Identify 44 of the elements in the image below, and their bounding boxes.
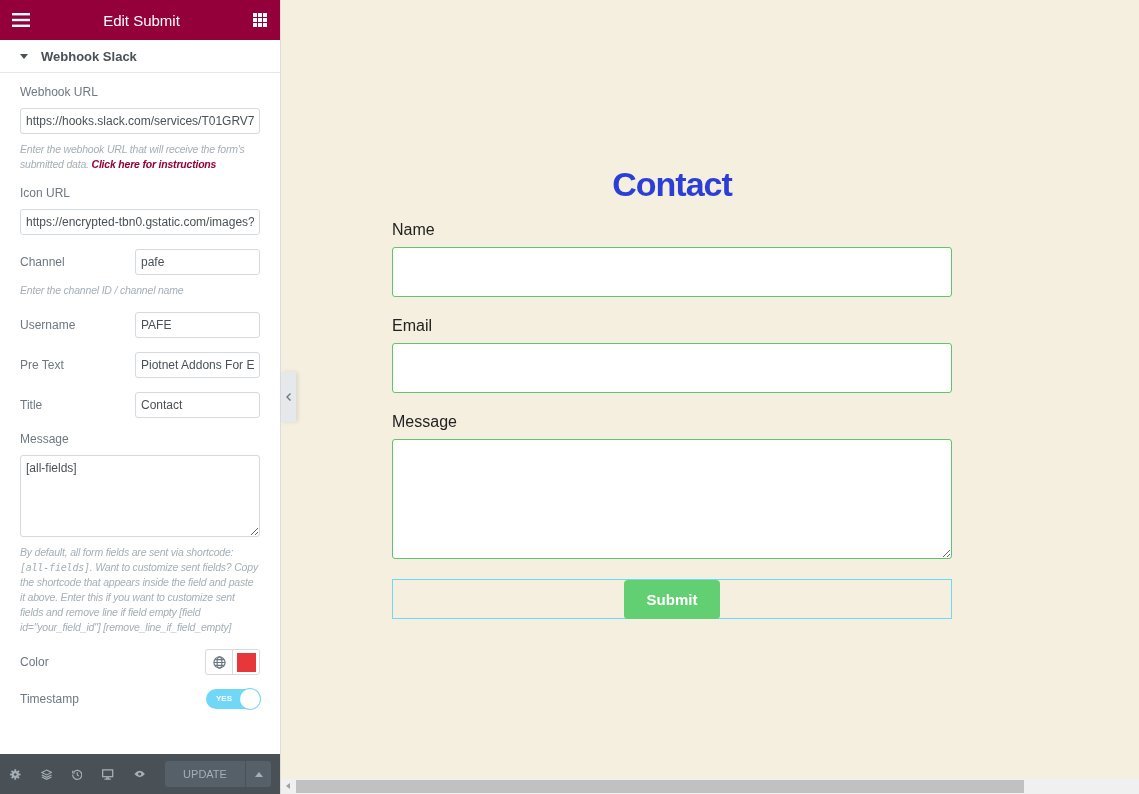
- history-icon[interactable]: [71, 767, 83, 781]
- field-label: Icon URL: [20, 186, 72, 200]
- help-text: Enter the webhook URL that will receive the form's submitted data. Click here for instructions: [20, 142, 246, 172]
- form-title: Contact: [611, 165, 734, 203]
- input-field[interactable]: https://encrypted-tbn0.gstatic.com/images?: [20, 209, 260, 235]
- field-label: Color: [20, 655, 49, 669]
- help-text: By default, all form fields are sent via shortcode: [all-fields]. Want to customize sent fields? Copy the shortcode that appears inside the field and paste it above. Enter this if you want to customize sent fields and remove line if field empty [field id="your_field_id"] [remove_line_if_field_empty]: [20, 545, 260, 635]
- field-label: Webhook URL: [20, 85, 99, 99]
- caret-up-icon: [254, 771, 263, 777]
- horizontal-scrollbar[interactable]: [281, 778, 1139, 794]
- update-options-button[interactable]: [246, 761, 271, 787]
- field-label: Username: [20, 318, 76, 332]
- chevron-left-icon: [286, 393, 291, 401]
- apps-grid-icon[interactable]: [253, 13, 267, 27]
- input-field[interactable]: pafe: [135, 249, 260, 275]
- input-field[interactable]: Contact: [135, 392, 260, 418]
- textarea-field[interactable]: [392, 439, 952, 559]
- form-field-label: Email: [392, 317, 433, 335]
- textarea-field[interactable]: [all-fields]: [20, 455, 260, 537]
- globe-icon: [212, 655, 226, 669]
- form-field-label: Name: [392, 221, 436, 239]
- section-title: Webhook Slack: [41, 48, 137, 64]
- layers-icon[interactable]: [40, 767, 52, 781]
- form-field-label: Message: [392, 413, 458, 431]
- help-text: Enter the channel ID / channel name: [20, 283, 185, 298]
- field-label: Pre Text: [20, 358, 64, 372]
- input-field[interactable]: Piotnet Addons For E: [135, 352, 260, 378]
- field-label: Channel: [20, 255, 65, 269]
- field-label: Timestamp: [20, 692, 79, 706]
- scroll-left-arrow-icon[interactable]: [286, 783, 290, 789]
- settings-icon[interactable]: [10, 767, 21, 781]
- instructions-link[interactable]: Click here for instructions: [91, 158, 217, 170]
- section-header[interactable]: Webhook Slack: [0, 40, 280, 73]
- eye-icon[interactable]: [133, 769, 145, 779]
- menu-icon[interactable]: [12, 13, 30, 27]
- input-field[interactable]: [392, 343, 952, 393]
- caret-icon: [20, 53, 28, 59]
- input-field[interactable]: PAFE: [135, 312, 260, 338]
- input-field[interactable]: [392, 247, 952, 297]
- panel-title: Edit Submit: [103, 11, 180, 29]
- desktop-icon[interactable]: [102, 767, 114, 781]
- field-label: Message: [20, 432, 70, 446]
- field-label: Title: [20, 398, 43, 412]
- input-field[interactable]: https://hooks.slack.com/services/T01GRV7: [20, 108, 260, 134]
